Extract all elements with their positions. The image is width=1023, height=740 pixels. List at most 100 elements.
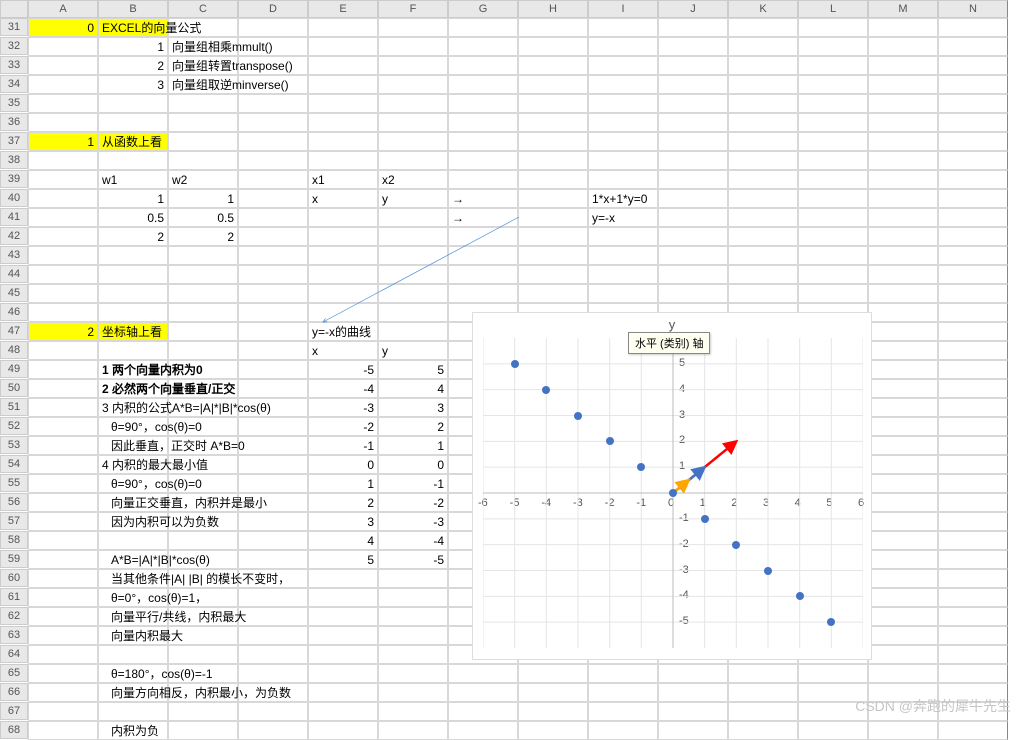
row-51[interactable]: 51 — [0, 398, 28, 416]
cell-M64[interactable] — [868, 645, 938, 664]
cell-J33[interactable] — [658, 56, 728, 75]
row-50[interactable]: 50 — [0, 379, 28, 397]
cell-A40[interactable] — [28, 189, 98, 208]
cell-M58[interactable] — [868, 531, 938, 550]
row-45[interactable]: 45 — [0, 284, 28, 302]
cell-L65[interactable] — [798, 664, 868, 683]
cell-B45[interactable] — [98, 284, 168, 303]
cell-B33[interactable]: 2 — [98, 56, 168, 75]
cell-N43[interactable] — [938, 246, 1008, 265]
row-49[interactable]: 49 — [0, 360, 28, 378]
cell-B40[interactable]: 1 — [98, 189, 168, 208]
cell-H39[interactable] — [518, 170, 588, 189]
cell-C35[interactable] — [168, 94, 238, 113]
cell-E58[interactable]: 4 — [308, 531, 378, 550]
cell-E35[interactable] — [308, 94, 378, 113]
cell-N54[interactable] — [938, 455, 1008, 474]
cell-K67[interactable] — [728, 702, 798, 721]
cell-E59[interactable]: 5 — [308, 550, 378, 569]
cell-D58[interactable] — [238, 531, 308, 550]
row-62[interactable]: 62 — [0, 607, 28, 625]
cell-F51[interactable]: 3 — [378, 398, 448, 417]
cell-A63[interactable] — [28, 626, 98, 645]
cell-N56[interactable] — [938, 493, 1008, 512]
cell-N47[interactable] — [938, 322, 1008, 341]
cell-E48[interactable]: x — [308, 341, 378, 360]
cell-J65[interactable] — [658, 664, 728, 683]
cell-E63[interactable] — [308, 626, 378, 645]
cell-D53[interactable] — [238, 436, 308, 455]
cell-D61[interactable] — [238, 588, 308, 607]
cell-N52[interactable] — [938, 417, 1008, 436]
cell-F62[interactable] — [378, 607, 448, 626]
cell-G37[interactable] — [448, 132, 518, 151]
cell-G45[interactable] — [448, 284, 518, 303]
cell-F63[interactable] — [378, 626, 448, 645]
cell-H34[interactable] — [518, 75, 588, 94]
cell-B66[interactable]: 向量方向相反，内积最小，为负数 — [98, 683, 168, 702]
cell-C58[interactable] — [168, 531, 238, 550]
row-31[interactable]: 31 — [0, 18, 28, 36]
cell-A42[interactable] — [28, 227, 98, 246]
cell-A62[interactable] — [28, 607, 98, 626]
col-N[interactable]: N — [938, 0, 1008, 18]
cell-E38[interactable] — [308, 151, 378, 170]
cell-K40[interactable] — [728, 189, 798, 208]
cell-E32[interactable] — [308, 37, 378, 56]
cell-M45[interactable] — [868, 284, 938, 303]
cell-L41[interactable] — [798, 208, 868, 227]
cell-J42[interactable] — [658, 227, 728, 246]
cell-C44[interactable] — [168, 265, 238, 284]
cell-I66[interactable] — [588, 683, 658, 702]
cell-F56[interactable]: -2 — [378, 493, 448, 512]
cell-K42[interactable] — [728, 227, 798, 246]
cell-E56[interactable]: 2 — [308, 493, 378, 512]
cell-B67[interactable] — [98, 702, 168, 721]
cell-N34[interactable] — [938, 75, 1008, 94]
cell-F58[interactable]: -4 — [378, 531, 448, 550]
col-K[interactable]: K — [728, 0, 798, 18]
cell-B58[interactable] — [98, 531, 168, 550]
cell-F50[interactable]: 4 — [378, 379, 448, 398]
cell-K33[interactable] — [728, 56, 798, 75]
cell-L45[interactable] — [798, 284, 868, 303]
row-53[interactable]: 53 — [0, 436, 28, 454]
cell-M41[interactable] — [868, 208, 938, 227]
cell-E61[interactable] — [308, 588, 378, 607]
cell-D41[interactable] — [238, 208, 308, 227]
cell-E60[interactable] — [308, 569, 378, 588]
cell-D47[interactable] — [238, 322, 308, 341]
col-E[interactable]: E — [308, 0, 378, 18]
cell-D31[interactable] — [238, 18, 308, 37]
row-54[interactable]: 54 — [0, 455, 28, 473]
cell-M46[interactable] — [868, 303, 938, 322]
cell-F54[interactable]: 0 — [378, 455, 448, 474]
cell-K34[interactable] — [728, 75, 798, 94]
cell-B39[interactable]: w1 — [98, 170, 168, 189]
cell-M47[interactable] — [868, 322, 938, 341]
cell-B61[interactable]: θ=0°，cos(θ)=1， — [98, 588, 168, 607]
cell-B53[interactable]: 因此垂直，正交时 A*B=0 — [98, 436, 168, 455]
cell-A39[interactable] — [28, 170, 98, 189]
cell-E47[interactable]: y=-x的曲线 — [308, 322, 378, 341]
cell-B49[interactable]: 1 两个向量内积为0 — [98, 360, 168, 379]
cell-D37[interactable] — [238, 132, 308, 151]
cell-F32[interactable] — [378, 37, 448, 56]
cell-D54[interactable] — [238, 455, 308, 474]
cell-C68[interactable] — [168, 721, 238, 740]
cell-H32[interactable] — [518, 37, 588, 56]
cell-C38[interactable] — [168, 151, 238, 170]
cell-B59[interactable]: A*B=|A|*|B|*cos(θ) — [98, 550, 168, 569]
cell-N36[interactable] — [938, 113, 1008, 132]
cell-J41[interactable] — [658, 208, 728, 227]
cell-I67[interactable] — [588, 702, 658, 721]
cell-J45[interactable] — [658, 284, 728, 303]
cell-G66[interactable] — [448, 683, 518, 702]
cell-I37[interactable] — [588, 132, 658, 151]
cell-K68[interactable] — [728, 721, 798, 740]
cell-B37[interactable]: 从函数上看 — [98, 132, 168, 151]
cell-D40[interactable] — [238, 189, 308, 208]
row-40[interactable]: 40 — [0, 189, 28, 207]
cell-M42[interactable] — [868, 227, 938, 246]
cell-N55[interactable] — [938, 474, 1008, 493]
